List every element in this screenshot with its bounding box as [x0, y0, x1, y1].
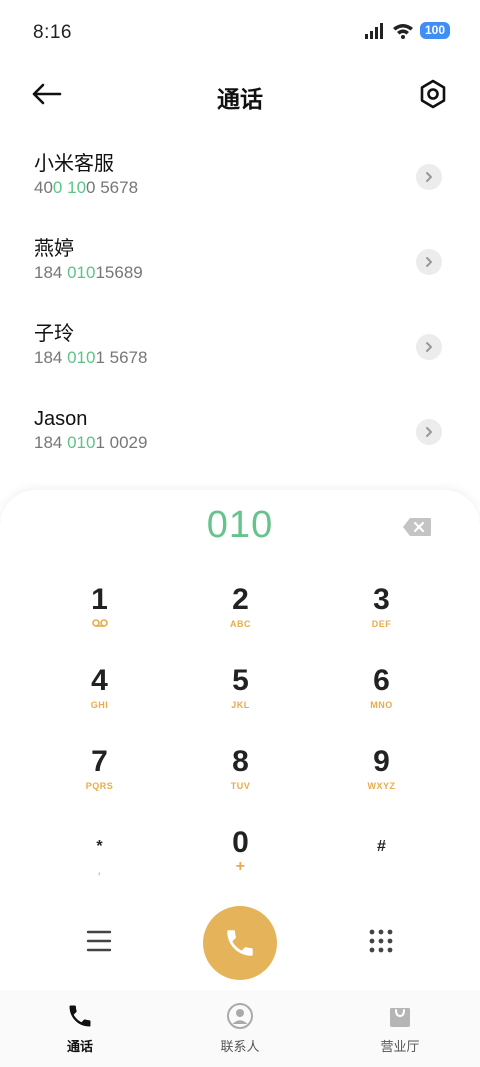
key-letters: GHI: [90, 700, 109, 710]
key-9[interactable]: 9 WXYZ: [311, 744, 452, 825]
backspace-button[interactable]: [402, 517, 432, 537]
key-digit: #: [377, 838, 386, 855]
key-3[interactable]: 3 DEF: [311, 582, 452, 663]
key-hash[interactable]: #: [311, 825, 452, 906]
contact-name: 子玲: [34, 323, 74, 345]
contact-item[interactable]: 小米客服 400 100 5678: [0, 140, 480, 225]
contacts-icon: [227, 1003, 253, 1029]
nav-label: 联系人: [220, 1039, 260, 1054]
key-digit: 3: [373, 583, 390, 616]
menu-icon: [86, 930, 112, 952]
contact-number: 400 100 5678: [34, 178, 139, 197]
key-star[interactable]: * ,: [29, 825, 170, 906]
status-time: 8:16: [33, 22, 72, 43]
key-digit: 7: [91, 745, 108, 778]
battery-indicator: 100: [419, 22, 450, 39]
key-0[interactable]: 0 +: [170, 825, 311, 906]
key-digit: 5: [232, 664, 249, 697]
key-digit: 1: [91, 583, 108, 616]
key-8[interactable]: 8 TUV: [170, 744, 311, 825]
signal-icon: [364, 22, 383, 39]
key-6[interactable]: 6 MNO: [311, 663, 452, 744]
key-letters: JKL: [231, 700, 250, 710]
key-5[interactable]: 5 JKL: [170, 663, 311, 744]
chevron-right-icon: [426, 257, 432, 267]
bottom-nav: 通话 联系人 营业厅: [0, 990, 480, 1067]
key-letters: WXYZ: [367, 781, 396, 791]
key-digit: 0: [232, 826, 249, 859]
nav-item-store[interactable]: 营业厅: [320, 990, 480, 1067]
call-button[interactable]: [203, 906, 277, 980]
dialpad-icon: [369, 929, 393, 953]
key-letters: PQRS: [85, 781, 114, 791]
contact-name: 燕婷: [34, 238, 74, 260]
wifi-icon: [392, 24, 413, 39]
contact-list: 小米客服 400 100 5678 燕婷 184 01015689 子玲 184…: [0, 140, 480, 480]
backspace-icon: [403, 518, 431, 536]
nav-label: 营业厅: [380, 1039, 420, 1054]
dialer-panel: 010 1 2 ABC 3 DEF 4 GHI 5 JKL 6 MNO 7 PQ…: [0, 490, 480, 990]
status-icons: 100: [364, 22, 450, 39]
dial-actions: [0, 904, 480, 980]
header: 通话: [0, 70, 480, 120]
status-bar: 8:16 100: [0, 0, 480, 60]
settings-icon: [420, 79, 446, 109]
key-digit: 9: [373, 745, 390, 778]
contact-detail-button[interactable]: [416, 249, 442, 275]
chevron-right-icon: [426, 342, 432, 352]
key-letters: DEF: [371, 619, 392, 629]
settings-button[interactable]: [416, 77, 450, 111]
contact-detail-button[interactable]: [416, 334, 442, 360]
keypad: 1 2 ABC 3 DEF 4 GHI 5 JKL 6 MNO 7 PQRS 8…: [29, 582, 451, 906]
voicemail-icon: [91, 619, 108, 627]
contact-number: 184 0101 0029: [34, 433, 148, 452]
keypad-toggle-button[interactable]: [368, 928, 394, 954]
chevron-right-icon: [426, 172, 432, 182]
contact-item[interactable]: 子玲 184 0101 5678: [0, 310, 480, 395]
key-digit: *: [96, 838, 103, 855]
nav-item-calls[interactable]: 通话: [0, 990, 160, 1067]
contact-name: Jason: [34, 408, 88, 430]
contact-number: 184 0101 5678: [34, 348, 148, 367]
page-title: 通话: [217, 86, 263, 112]
contact-number: 184 01015689: [34, 263, 143, 282]
contact-item[interactable]: 燕婷 184 01015689: [0, 225, 480, 310]
key-7[interactable]: 7 PQRS: [29, 744, 170, 825]
key-letters: MNO: [370, 700, 393, 710]
nav-item-contacts[interactable]: 联系人: [160, 990, 320, 1067]
key-digit: 8: [232, 745, 249, 778]
key-4[interactable]: 4 GHI: [29, 663, 170, 744]
contact-name: 小米客服: [34, 153, 114, 175]
key-2[interactable]: 2 ABC: [170, 582, 311, 663]
chevron-right-icon: [426, 427, 432, 437]
key-letters: TUV: [230, 781, 251, 791]
key-digit: 2: [232, 583, 249, 616]
key-digit: 4: [91, 664, 108, 697]
contact-detail-button[interactable]: [416, 419, 442, 445]
phone-icon: [227, 930, 253, 956]
phone-icon: [69, 1005, 91, 1027]
contact-detail-button[interactable]: [416, 164, 442, 190]
store-icon: [390, 1008, 410, 1027]
menu-button[interactable]: [86, 929, 112, 953]
nav-label: 通话: [66, 1039, 93, 1054]
key-letters: ABC: [230, 619, 251, 629]
key-letters: ,: [97, 866, 101, 876]
key-1[interactable]: 1: [29, 582, 170, 663]
key-letters: +: [235, 858, 246, 875]
contact-item[interactable]: Jason 184 0101 0029: [0, 395, 480, 480]
key-digit: 6: [373, 664, 390, 697]
